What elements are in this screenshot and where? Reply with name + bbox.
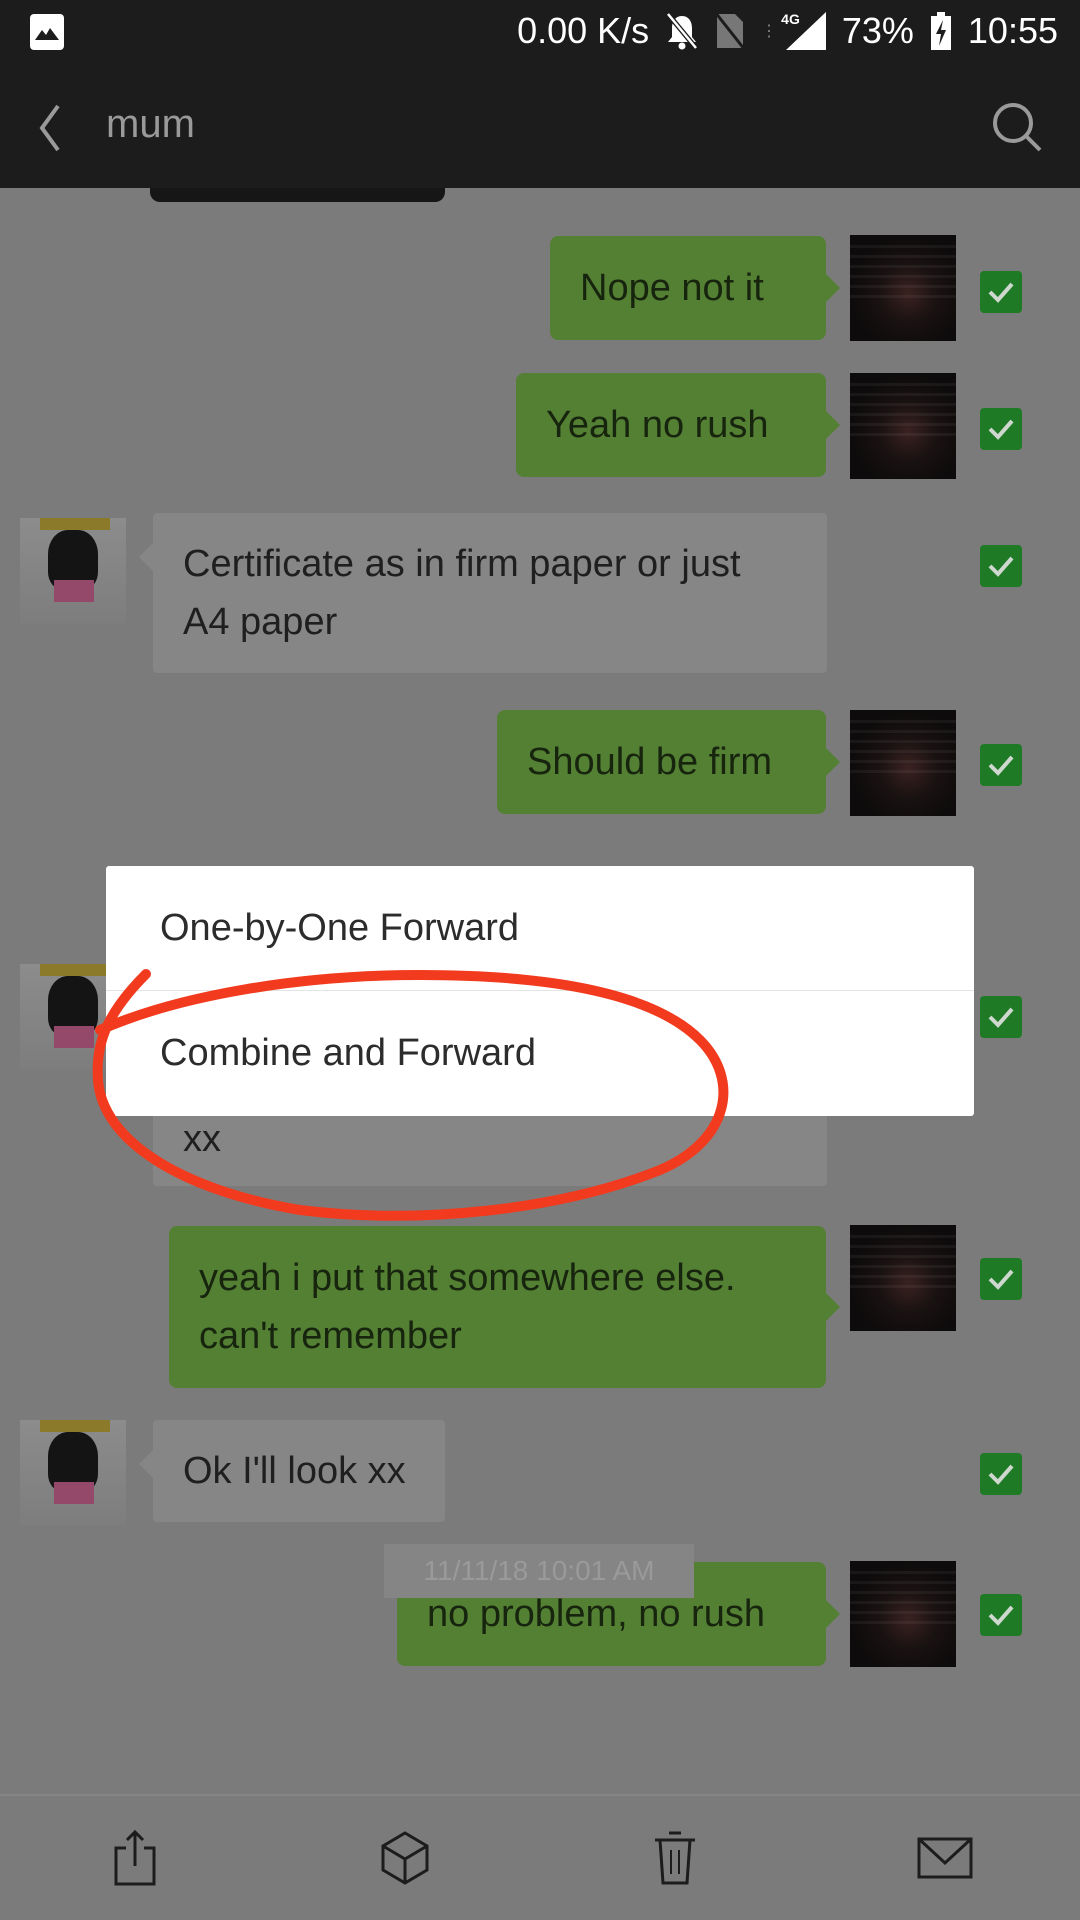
search-icon: [993, 103, 1042, 152]
chat-title: mum: [106, 102, 195, 146]
selection-checkbox[interactable]: [980, 408, 1022, 450]
message-bubble[interactable]: Yeah no rush: [516, 373, 840, 477]
battery-charging-icon: [930, 12, 952, 50]
timestamp-label: 11/11/18 10:01 AM: [384, 1544, 694, 1598]
check-icon: [988, 419, 1014, 440]
bell-off-icon: [665, 12, 699, 50]
selection-checkbox[interactable]: [980, 1453, 1022, 1495]
my-avatar[interactable]: [850, 235, 956, 341]
message-bubble[interactable]: Certificate as in firm paper or just A4 …: [139, 513, 827, 673]
check-icon: [988, 1464, 1014, 1485]
clock: 10:55: [967, 10, 1058, 51]
selection-checkbox[interactable]: [980, 1594, 1022, 1636]
my-avatar[interactable]: [850, 1561, 956, 1667]
one-by-one-forward-option[interactable]: One-by-One Forward: [106, 866, 974, 991]
selection-checkbox[interactable]: [980, 744, 1022, 786]
message-bubble[interactable]: Nope not it: [550, 236, 840, 340]
forward-options-menu: One-by-One Forward Combine and Forward: [106, 866, 974, 1116]
my-avatar[interactable]: [850, 1225, 956, 1331]
mail-icon: [917, 1837, 973, 1879]
status-bar: 0.00 K/s ⋮ 4G 73% 10:55: [0, 0, 1080, 66]
favorite-button[interactable]: [370, 1823, 440, 1893]
check-icon: [988, 1605, 1014, 1626]
email-button[interactable]: [910, 1823, 980, 1893]
app-bar: mum: [0, 66, 1080, 188]
my-avatar[interactable]: [850, 710, 956, 816]
delete-button[interactable]: [640, 1823, 710, 1893]
net-speed: 0.00 K/s: [517, 10, 650, 51]
share-icon: [114, 1830, 156, 1886]
contact-avatar[interactable]: [20, 518, 126, 624]
message-bubble[interactable]: yeah i put that somewhere else. can't re…: [169, 1226, 840, 1388]
back-button[interactable]: [30, 100, 70, 156]
check-icon: [988, 556, 1014, 577]
contact-avatar[interactable]: [20, 1420, 126, 1526]
gallery-icon: [30, 14, 64, 50]
check-icon: [988, 1269, 1014, 1290]
forward-button[interactable]: [100, 1823, 170, 1893]
trash-icon: [655, 1831, 695, 1885]
selection-checkbox[interactable]: [980, 271, 1022, 313]
screen: 0.00 K/s ⋮ 4G 73% 10:55 mum Nope not it …: [0, 0, 1080, 1920]
battery-level: 73%: [841, 10, 914, 51]
search-button[interactable]: [990, 100, 1044, 154]
signal-icon: ⋮ 4G: [761, 11, 826, 50]
check-icon: [988, 282, 1014, 303]
no-sim-icon: [715, 12, 746, 50]
selection-checkbox[interactable]: [980, 545, 1022, 587]
selection-checkbox[interactable]: [980, 1258, 1022, 1300]
previous-media-message[interactable]: [150, 188, 445, 202]
check-icon: [988, 1007, 1014, 1028]
my-avatar[interactable]: [850, 373, 956, 479]
cube-icon: [381, 1831, 429, 1885]
message-bubble[interactable]: Should be firm: [497, 710, 840, 814]
message-bubble[interactable]: Ok I'll look xx: [139, 1420, 445, 1522]
check-icon: [988, 755, 1014, 776]
bottom-toolbar: [0, 1794, 1080, 1920]
selection-checkbox[interactable]: [980, 996, 1022, 1038]
combine-and-forward-option[interactable]: Combine and Forward: [106, 991, 974, 1116]
chevron-left-icon: [39, 104, 60, 152]
